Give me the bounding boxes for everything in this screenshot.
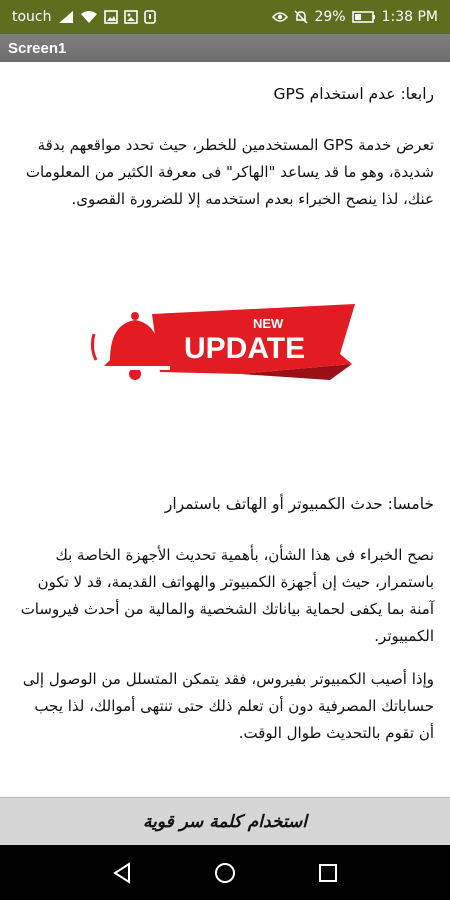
clock: 1:38 PM bbox=[381, 9, 438, 25]
photo-icon bbox=[103, 10, 118, 24]
article-content[interactable]: رابعا: عدم استخدام GPS تعرض خدمة GPS الم… bbox=[0, 62, 450, 797]
notification-icon bbox=[143, 10, 156, 24]
app-title: Screen1 bbox=[8, 39, 67, 57]
carrier-name: touch bbox=[12, 9, 52, 25]
section-5-body-2: وإذا أصيب الكمبيوتر بفيروس، فقد يتمكن ال… bbox=[22, 670, 434, 742]
section-4-body: تعرض خدمة GPS المستخدمين للخطر، حيث تحدد… bbox=[25, 136, 434, 208]
banner-new-text: NEW bbox=[253, 316, 284, 331]
home-icon[interactable] bbox=[205, 853, 245, 893]
status-bar: touch 29% 1:38 PM bbox=[0, 0, 450, 34]
navigation-bar bbox=[0, 845, 450, 900]
eye-icon bbox=[272, 11, 289, 23]
mute-icon bbox=[294, 10, 308, 24]
new-update-banner: NEW UPDATE bbox=[16, 229, 434, 474]
section-5-body-1: نصح الخبراء فى هذا الشأن، بأهمية تحديث ا… bbox=[20, 546, 434, 645]
back-icon[interactable] bbox=[102, 853, 142, 893]
update-banner-graphic: NEW UPDATE bbox=[90, 303, 355, 380]
wifi-icon bbox=[80, 10, 98, 24]
section-5-title: خامسا: حدث الكمبيوتر أو الهاتف باستمرار bbox=[164, 495, 434, 513]
signal-icon bbox=[58, 10, 74, 24]
battery-percent: 29% bbox=[314, 9, 346, 25]
section-4-title: رابعا: عدم استخدام GPS bbox=[273, 85, 434, 103]
app-title-bar: Screen1 bbox=[0, 34, 450, 62]
strong-password-button[interactable]: استخدام كلمة سر قوية bbox=[0, 797, 450, 845]
battery-icon bbox=[351, 11, 376, 23]
banner-update-text: UPDATE bbox=[184, 332, 305, 365]
image-icon bbox=[123, 10, 138, 24]
recents-icon[interactable] bbox=[308, 853, 348, 893]
